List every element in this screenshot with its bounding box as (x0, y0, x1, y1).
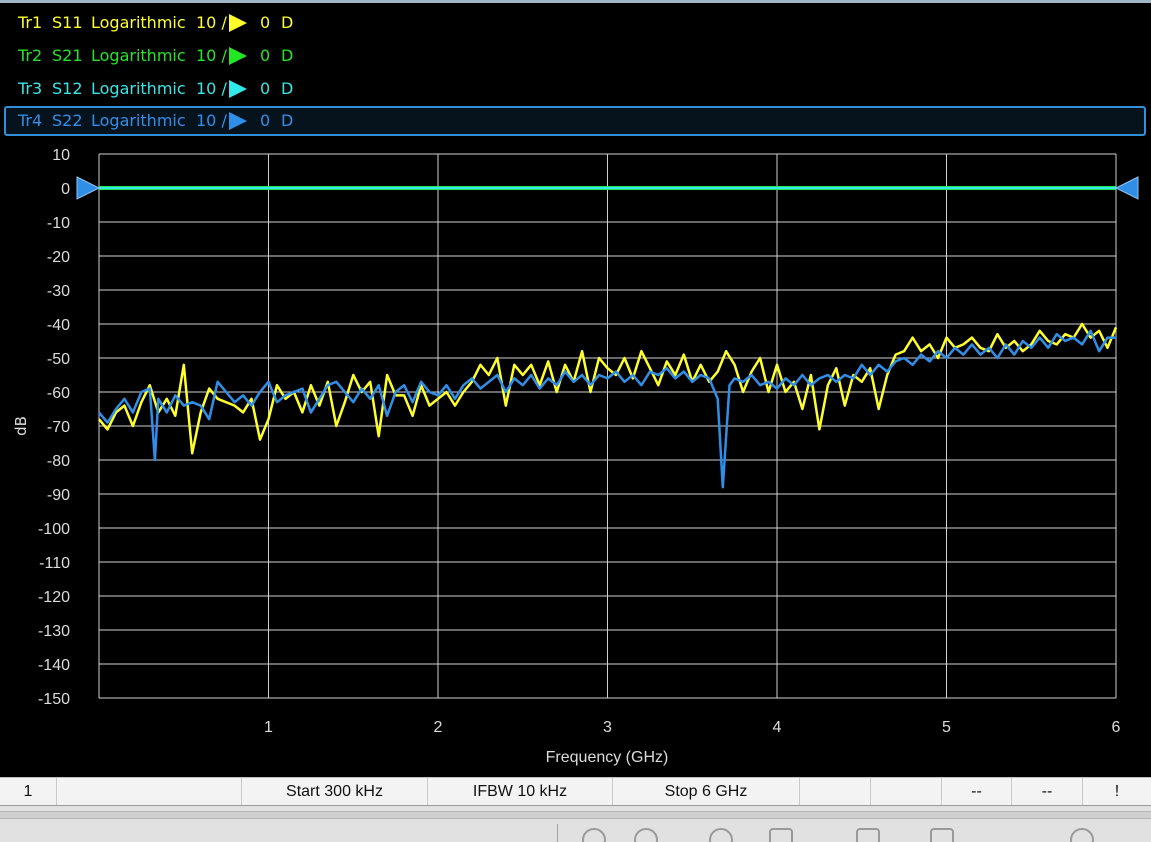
status-ifbw[interactable]: IFBW 10 kHz (428, 778, 613, 805)
y-tick-label: -90 (47, 487, 70, 504)
y-tick-label: -100 (38, 521, 70, 538)
status-channel[interactable]: 1 (0, 778, 57, 805)
x-tick-label: 3 (603, 719, 612, 736)
x-axis-label: Frequency (GHz) (546, 749, 669, 766)
toolbar-help-icon[interactable] (582, 828, 606, 842)
status-field-1: -- (942, 778, 1012, 805)
x-tick-label: 4 (773, 719, 782, 736)
status-empty-1 (800, 778, 871, 805)
toolbar-help2-icon[interactable] (634, 828, 658, 842)
y-tick-label: -30 (47, 283, 70, 300)
toolbar-separator (0, 811, 1151, 819)
y-tick-label: -140 (38, 657, 70, 674)
toolbar-sweep-icon[interactable] (709, 828, 733, 842)
ref-level-right-icon[interactable] (1114, 176, 1139, 200)
status-bar: 1 Start 300 kHz IFBW 10 kHz Stop 6 GHz -… (0, 777, 1151, 806)
toolbar-power-icon[interactable] (1070, 828, 1094, 842)
y-tick-label: -40 (47, 317, 70, 334)
y-tick-label: -130 (38, 623, 70, 640)
x-tick-label: 5 (942, 719, 951, 736)
status-start-freq[interactable]: Start 300 kHz (242, 778, 428, 805)
toolbar-divider (557, 824, 558, 842)
toolbar-marker-icon[interactable] (856, 828, 880, 842)
bottom-toolbar (0, 806, 1151, 842)
status-alert[interactable]: ! (1083, 778, 1151, 805)
vna-window: Tr1 S11 Logarithmic 10 / 0 D Tr2 S21 Log… (0, 0, 1151, 842)
y-tick-label: 10 (52, 147, 70, 164)
y-tick-label: -70 (47, 419, 70, 436)
sparameter-chart[interactable]: 10 0 -10 -20 -30 -40 -50 -60 -70 -80 -90 -100 -110 -1… (0, 0, 1151, 775)
y-tick-label: -10 (47, 215, 70, 232)
y-axis-label: dB (12, 416, 30, 436)
status-empty-2 (871, 778, 942, 805)
y-tick-label: 0 (61, 181, 70, 198)
y-tick-label: -20 (47, 249, 70, 266)
y-tick-label: -50 (47, 351, 70, 368)
status-field-2: -- (1012, 778, 1083, 805)
ref-level-left-icon[interactable] (76, 176, 101, 200)
y-tick-label: -120 (38, 589, 70, 606)
status-stop-freq[interactable]: Stop 6 GHz (613, 778, 800, 805)
y-tick-label: -80 (47, 453, 70, 470)
status-blank (57, 778, 242, 805)
toolbar-tools-icon[interactable] (930, 828, 954, 842)
x-tick-label: 1 (264, 719, 273, 736)
y-tick-label: -60 (47, 385, 70, 402)
y-tick-label: -110 (39, 555, 70, 572)
toolbar-wireless-icon[interactable] (769, 828, 793, 842)
x-tick-label: 2 (434, 719, 443, 736)
y-tick-label: -150 (38, 691, 70, 708)
x-tick-label: 6 (1112, 719, 1121, 736)
